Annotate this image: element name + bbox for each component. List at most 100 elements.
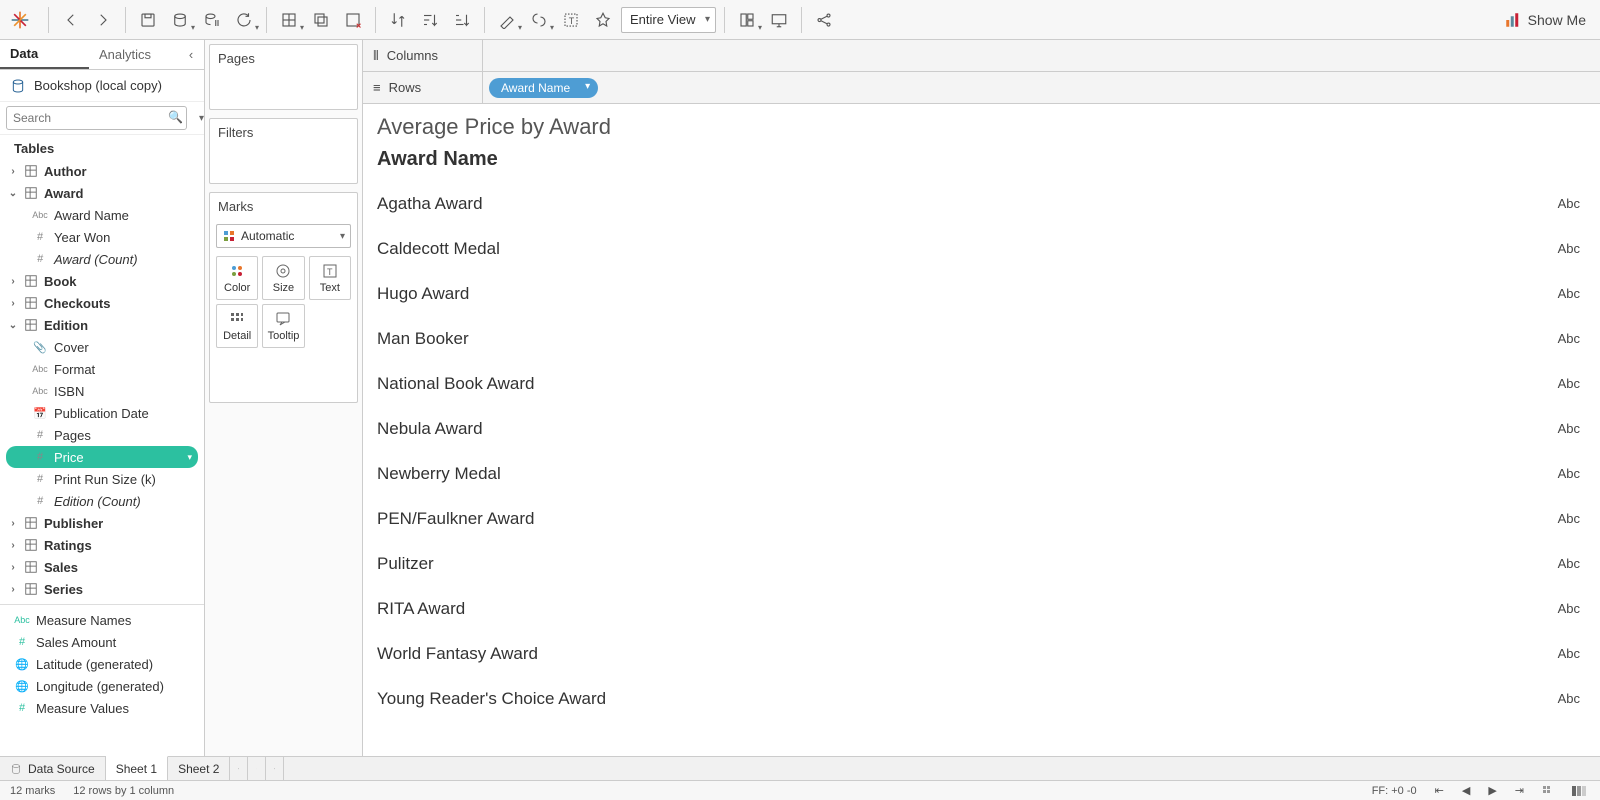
- measure-latitude-generated-[interactable]: 🌐Latitude (generated): [0, 653, 204, 675]
- table-checkouts[interactable]: ›Checkouts: [0, 292, 204, 314]
- viz-title[interactable]: Average Price by Award: [363, 104, 1600, 146]
- show-cards-button[interactable]: ▾: [733, 6, 761, 34]
- status-nav-first[interactable]: ⇤: [1435, 784, 1444, 797]
- highlight-button[interactable]: ▾: [493, 6, 521, 34]
- field-award-count-[interactable]: #Award (Count): [0, 248, 204, 270]
- viz-row[interactable]: Young Reader's Choice AwardAbc: [363, 676, 1600, 721]
- sheet-tabs: Data Source Sheet 1 Sheet 2: [0, 756, 1600, 780]
- marks-size[interactable]: Size: [262, 256, 304, 300]
- sort-desc-button[interactable]: [448, 6, 476, 34]
- refresh-button[interactable]: ▾: [230, 6, 258, 34]
- fit-label: Entire View: [630, 12, 696, 27]
- marks-color[interactable]: Color: [216, 256, 258, 300]
- measure-sales-amount[interactable]: #Sales Amount: [0, 631, 204, 653]
- field-cover[interactable]: 📎Cover: [0, 336, 204, 358]
- table-author[interactable]: ›Author: [0, 160, 204, 182]
- mark-type-dropdown[interactable]: Automatic: [216, 224, 351, 248]
- field-price[interactable]: #Price▾: [6, 446, 198, 468]
- field-format[interactable]: AbcFormat: [0, 358, 204, 380]
- marks-tooltip[interactable]: Tooltip: [262, 304, 304, 348]
- marks-text[interactable]: TText: [309, 256, 351, 300]
- detail-icon: [229, 311, 245, 327]
- new-sheet-button[interactable]: [230, 757, 248, 780]
- status-grid-icon[interactable]: [1542, 785, 1554, 797]
- table-publisher[interactable]: ›Publisher: [0, 512, 204, 534]
- field-isbn[interactable]: AbcISBN: [0, 380, 204, 402]
- viz-row[interactable]: Newberry MedalAbc: [363, 451, 1600, 496]
- tab-sheet-2[interactable]: Sheet 2: [168, 757, 230, 780]
- viz-row[interactable]: World Fantasy AwardAbc: [363, 631, 1600, 676]
- field-year-won[interactable]: #Year Won: [0, 226, 204, 248]
- measure-longitude-generated-[interactable]: 🌐Longitude (generated): [0, 675, 204, 697]
- forward-button[interactable]: [89, 6, 117, 34]
- text-button[interactable]: T: [557, 6, 585, 34]
- new-datasource-button[interactable]: ▾: [166, 6, 194, 34]
- table-award[interactable]: ⌄Award: [0, 182, 204, 204]
- viz-row[interactable]: Hugo AwardAbc: [363, 271, 1600, 316]
- viz-row[interactable]: Caldecott MedalAbc: [363, 226, 1600, 271]
- marks-detail[interactable]: Detail: [216, 304, 258, 348]
- tab-data-source[interactable]: Data Source: [0, 757, 106, 780]
- table-book[interactable]: ›Book: [0, 270, 204, 292]
- rows-label: Rows: [389, 80, 422, 95]
- field-publication-date[interactable]: 📅Publication Date: [0, 402, 204, 424]
- datasource-name: Bookshop (local copy): [34, 78, 162, 93]
- share-button[interactable]: [810, 6, 838, 34]
- search-field-wrap: 🔍: [6, 106, 187, 130]
- new-story-button[interactable]: [266, 757, 284, 780]
- viz-row[interactable]: Agatha AwardAbc: [363, 181, 1600, 226]
- chevron-down-icon[interactable]: ▾: [199, 113, 204, 124]
- pin-button[interactable]: [589, 6, 617, 34]
- show-me-icon: [1504, 11, 1522, 29]
- presentation-button[interactable]: [765, 6, 793, 34]
- filters-shelf[interactable]: Filters: [209, 118, 358, 184]
- mark-type-label: Automatic: [241, 229, 294, 243]
- sort-asc-button[interactable]: [416, 6, 444, 34]
- table-sales[interactable]: ›Sales: [0, 556, 204, 578]
- clear-button[interactable]: [339, 6, 367, 34]
- field-award-name[interactable]: AbcAward Name: [0, 204, 204, 226]
- tab-sheet-1[interactable]: Sheet 1: [106, 756, 168, 780]
- automatic-icon: [223, 230, 235, 242]
- tab-data[interactable]: Data: [0, 40, 89, 69]
- field-print-run-size-k-[interactable]: #Print Run Size (k): [0, 468, 204, 490]
- fit-dropdown[interactable]: Entire View: [621, 7, 716, 33]
- table-edition[interactable]: ⌄Edition: [0, 314, 204, 336]
- viz-row[interactable]: Man BookerAbc: [363, 316, 1600, 361]
- pages-shelf[interactable]: Pages: [209, 44, 358, 110]
- viz-row[interactable]: PEN/Faulkner AwardAbc: [363, 496, 1600, 541]
- columns-shelf[interactable]: ⦀Columns: [363, 40, 1600, 72]
- viz-row[interactable]: Nebula AwardAbc: [363, 406, 1600, 451]
- measure-measure-names[interactable]: AbcMeasure Names: [0, 609, 204, 631]
- pause-button[interactable]: [198, 6, 226, 34]
- duplicate-button[interactable]: [307, 6, 335, 34]
- rows-shelf[interactable]: ≡Rows Award Name: [363, 72, 1600, 104]
- datasource-row[interactable]: Bookshop (local copy): [0, 70, 204, 102]
- status-nav-next[interactable]: ▶: [1488, 784, 1496, 797]
- search-input[interactable]: [6, 106, 187, 130]
- status-nav-last[interactable]: ⇥: [1515, 784, 1524, 797]
- tab-analytics[interactable]: Analytics: [89, 40, 178, 69]
- tables-header: Tables: [0, 135, 204, 160]
- field-pages[interactable]: #Pages: [0, 424, 204, 446]
- marks-label: Marks: [210, 193, 357, 220]
- show-me-button[interactable]: Show Me: [1496, 11, 1594, 29]
- rows-pill-award-name[interactable]: Award Name: [489, 78, 598, 98]
- viz-row[interactable]: National Book AwardAbc: [363, 361, 1600, 406]
- new-dashboard-button[interactable]: [248, 757, 266, 780]
- back-button[interactable]: [57, 6, 85, 34]
- status-bars-icon[interactable]: [1572, 786, 1590, 796]
- status-nav-prev[interactable]: ◀: [1462, 784, 1470, 797]
- table-series[interactable]: ›Series: [0, 578, 204, 600]
- group-button[interactable]: ▾: [525, 6, 553, 34]
- viz-row[interactable]: PulitzerAbc: [363, 541, 1600, 586]
- collapse-pane-button[interactable]: ‹: [178, 40, 204, 69]
- save-button[interactable]: [134, 6, 162, 34]
- viz-row[interactable]: RITA AwardAbc: [363, 586, 1600, 631]
- swap-button[interactable]: [384, 6, 412, 34]
- table-ratings[interactable]: ›Ratings: [0, 534, 204, 556]
- measure-measure-values[interactable]: #Measure Values: [0, 697, 204, 719]
- field-edition-count-[interactable]: #Edition (Count): [0, 490, 204, 512]
- color-icon: [229, 263, 245, 279]
- new-worksheet-button[interactable]: ▾: [275, 6, 303, 34]
